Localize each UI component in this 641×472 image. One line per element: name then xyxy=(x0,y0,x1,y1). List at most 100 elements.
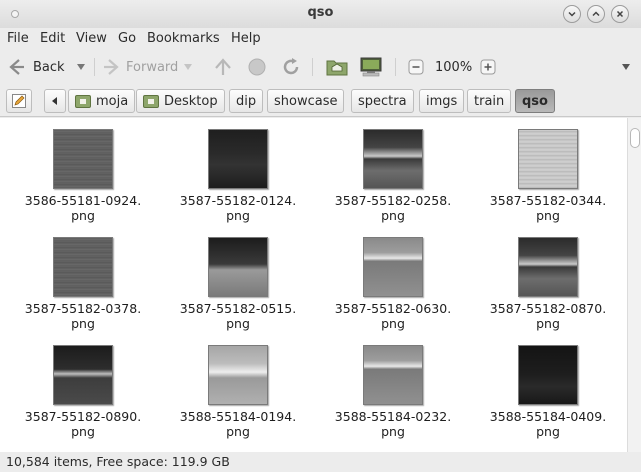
zoom-out-button[interactable] xyxy=(408,55,424,79)
forward-arrow-icon xyxy=(104,59,119,75)
status-text: 10,584 items, Free space: 119.9 GB xyxy=(6,454,230,469)
file-name-line2: png xyxy=(71,316,95,331)
toggle-location-entry-button[interactable] xyxy=(6,89,32,113)
file-name-line1: 3588-55184-0409. xyxy=(489,409,607,424)
file-name-line2: png xyxy=(381,316,405,331)
file-name: 3588-55184-0409. png xyxy=(473,409,623,439)
dropdown-triangle-icon xyxy=(77,64,85,70)
menu-view[interactable]: View xyxy=(76,31,107,46)
file-name-line2: png xyxy=(381,424,405,439)
file-name-line2: png xyxy=(71,208,95,223)
toolbar-separator xyxy=(395,58,396,76)
breadcrumb-desktop[interactable]: Desktop xyxy=(136,89,225,113)
breadcrumb-label: dip xyxy=(236,93,257,109)
maximize-button[interactable] xyxy=(587,5,605,23)
file-name-line1: 3587-55182-0378. xyxy=(24,301,142,316)
stop-icon xyxy=(248,58,266,76)
reload-button[interactable] xyxy=(280,55,302,79)
file-name: 3587-55182-0630. png xyxy=(318,301,468,331)
file-name-line2: png xyxy=(381,208,405,223)
file-item[interactable]: 3587-55182-0515. png xyxy=(163,237,313,331)
file-icon-view[interactable]: 3586-55181-0924. png 3587-55182-0124. png 35… xyxy=(0,118,627,452)
location-bar: moja Desktop dip showcase spectra imgs t… xyxy=(0,85,641,117)
breadcrumb-showcase[interactable]: showcase xyxy=(267,89,345,113)
back-button[interactable]: Back xyxy=(6,55,65,79)
file-item[interactable]: 3587-55182-0890. png xyxy=(8,345,158,439)
breadcrumb-spectra[interactable]: spectra xyxy=(351,89,414,113)
file-name: 3587-55182-0515. png xyxy=(163,301,313,331)
file-name-line1: 3586-55181-0924. xyxy=(24,193,142,208)
file-name-line1: 3588-55184-0194. xyxy=(179,409,297,424)
breadcrumb-qso[interactable]: qso xyxy=(515,89,555,113)
image-thumbnail-icon xyxy=(363,129,423,189)
menu-edit[interactable]: Edit xyxy=(40,31,65,46)
breadcrumb-imgs[interactable]: imgs xyxy=(419,89,465,113)
file-name: 3586-55181-0924. png xyxy=(8,193,158,223)
toolbar-overflow-button[interactable] xyxy=(620,55,632,79)
file-name: 3588-55184-0232. png xyxy=(318,409,468,439)
minimize-button[interactable] xyxy=(563,5,581,23)
breadcrumb-label: qso xyxy=(522,93,548,109)
file-name: 3587-55182-0890. png xyxy=(8,409,158,439)
image-thumbnail-icon xyxy=(518,237,578,297)
file-name-line2: png xyxy=(536,208,560,223)
file-name-line1: 3588-55184-0232. xyxy=(334,409,452,424)
stop-button[interactable] xyxy=(246,55,268,79)
toolbar-separator xyxy=(312,58,313,76)
zoom-out-icon xyxy=(408,59,424,75)
breadcrumb-train[interactable]: train xyxy=(467,89,512,113)
file-manager-window: qso File Edit View Go Bookmarks Help Bac… xyxy=(0,0,641,472)
file-name-line2: png xyxy=(226,208,250,223)
computer-button[interactable] xyxy=(359,55,383,79)
menu-file[interactable]: File xyxy=(7,31,29,46)
forward-history-dropdown[interactable] xyxy=(182,55,194,79)
window-title: qso xyxy=(307,5,334,20)
image-thumbnail-icon xyxy=(208,129,268,189)
close-button[interactable] xyxy=(611,5,629,23)
image-thumbnail-icon xyxy=(363,345,423,405)
breadcrumb-scroll-left[interactable] xyxy=(44,89,66,113)
home-folder-icon xyxy=(326,60,348,76)
vertical-scrollbar[interactable] xyxy=(627,118,641,452)
up-button[interactable] xyxy=(212,55,234,79)
home-button[interactable] xyxy=(326,55,348,79)
breadcrumb-label: showcase xyxy=(274,93,338,109)
file-item[interactable]: 3587-55182-0378. png xyxy=(8,237,158,331)
file-item[interactable]: 3588-55184-0409. png xyxy=(473,345,623,439)
title-bar: qso xyxy=(0,0,641,28)
chevron-down-icon xyxy=(568,11,576,17)
file-name-line1: 3587-55182-0890. xyxy=(24,409,142,424)
menu-bookmarks[interactable]: Bookmarks xyxy=(147,31,220,46)
file-item[interactable]: 3588-55184-0194. png xyxy=(163,345,313,439)
back-history-dropdown[interactable] xyxy=(75,55,87,79)
zoom-in-button[interactable] xyxy=(480,55,496,79)
toolbar: Back Forward 100% xyxy=(0,50,641,84)
image-thumbnail-icon xyxy=(53,129,113,189)
breadcrumb-moja[interactable]: moja xyxy=(68,89,136,113)
file-item[interactable]: 3587-55182-0124. png xyxy=(163,129,313,223)
breadcrumb-dip[interactable]: dip xyxy=(229,89,264,113)
file-item[interactable]: 3587-55182-0344. png xyxy=(473,129,623,223)
forward-button[interactable]: Forward xyxy=(100,55,178,79)
dropdown-triangle-icon xyxy=(184,64,192,70)
file-item[interactable]: 3587-55182-0870. png xyxy=(473,237,623,331)
file-name-line2: png xyxy=(536,424,560,439)
image-thumbnail-icon xyxy=(208,345,268,405)
breadcrumb-label: imgs xyxy=(426,93,458,109)
menu-go[interactable]: Go xyxy=(118,31,136,46)
file-item[interactable]: 3587-55182-0258. png xyxy=(318,129,468,223)
scrollbar-thumb[interactable] xyxy=(630,128,640,148)
file-name-line1: 3587-55182-0515. xyxy=(179,301,297,316)
chevron-left-icon xyxy=(52,97,57,105)
file-item[interactable]: 3586-55181-0924. png xyxy=(8,129,158,223)
file-item[interactable]: 3587-55182-0630. png xyxy=(318,237,468,331)
zoom-level[interactable]: 100% xyxy=(435,55,472,79)
chevron-up-icon xyxy=(592,11,600,17)
file-item[interactable]: 3588-55184-0232. png xyxy=(318,345,468,439)
file-name: 3588-55184-0194. png xyxy=(163,409,313,439)
status-bar: 10,584 items, Free space: 119.9 GB xyxy=(0,452,641,472)
breadcrumb-label: train xyxy=(474,93,505,109)
menu-help[interactable]: Help xyxy=(231,31,261,46)
zoom-in-icon xyxy=(480,59,496,75)
image-thumbnail-icon xyxy=(518,345,578,405)
